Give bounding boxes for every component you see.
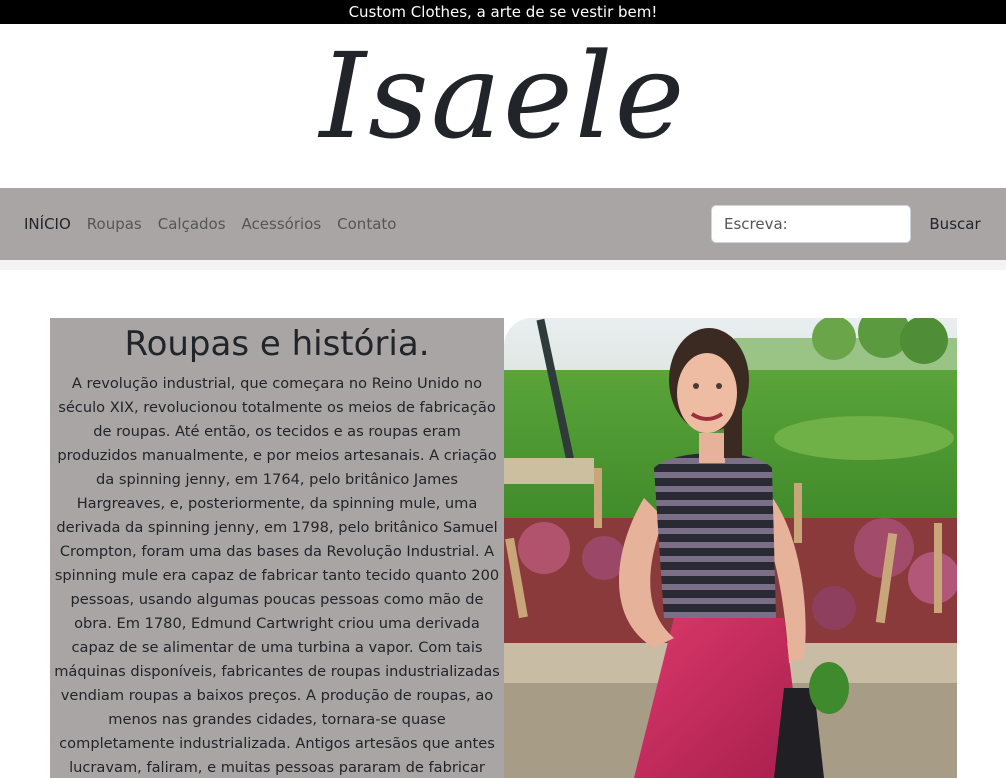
section-divider [0, 260, 1006, 270]
search-button[interactable]: Buscar [922, 205, 988, 243]
logo-container: Isaele [0, 24, 1006, 188]
nav-item-inicio[interactable]: INÍCIO [24, 215, 71, 233]
site-logo[interactable]: Isaele [320, 26, 687, 166]
nav-links: INÍCIO Roupas Calçados Acessórios Contat… [24, 188, 412, 260]
top-banner: Custom Clothes, a arte de se vestir bem! [0, 0, 1006, 24]
nav-item-contato[interactable]: Contato [337, 215, 396, 233]
nav-item-calcados[interactable]: Calçados [158, 215, 226, 233]
article-title: Roupas e história. [124, 324, 430, 364]
article-body: A revolução industrial, que começara no … [54, 375, 500, 776]
model-photo [504, 318, 957, 778]
search-input[interactable] [711, 205, 911, 243]
article-panel: Roupas e história. A revolução industria… [50, 318, 504, 778]
nav-item-roupas[interactable]: Roupas [87, 215, 142, 233]
nav-item-acessorios[interactable]: Acessórios [242, 215, 322, 233]
